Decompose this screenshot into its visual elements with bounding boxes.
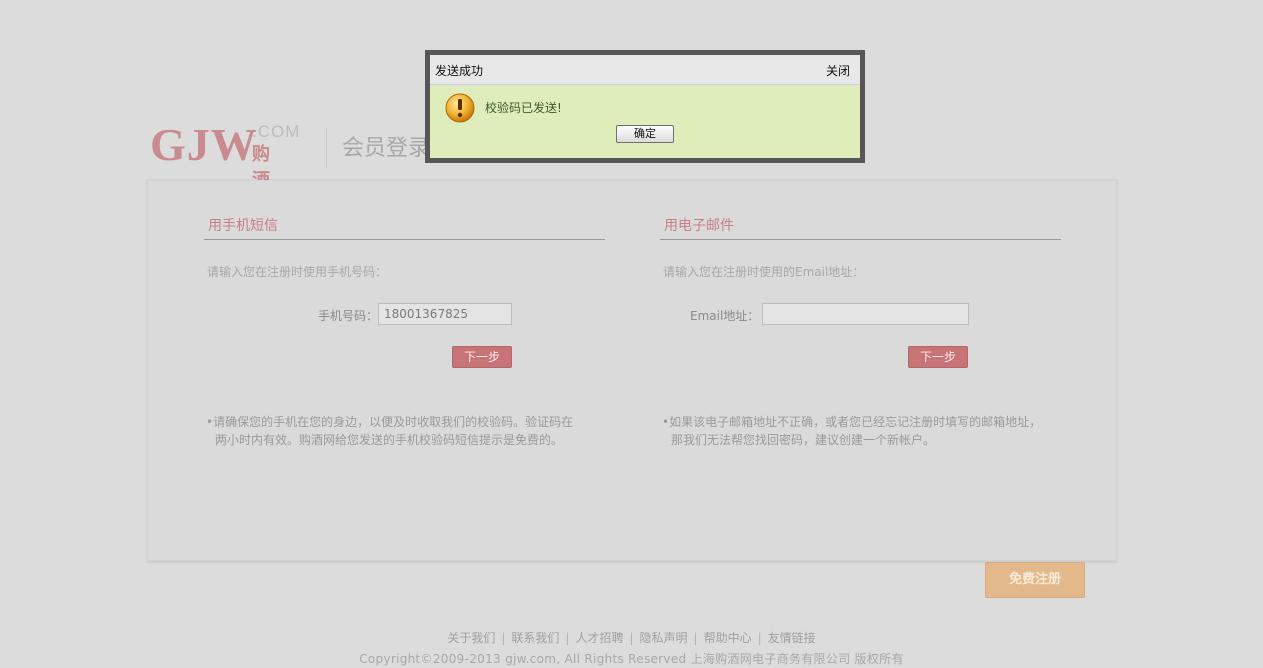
email-next-button[interactable]: 下一步 xyxy=(908,346,968,368)
divider xyxy=(660,239,1061,240)
footer-links: 关于我们 | 联系我们 | 人才招聘 | 隐私声明 | 帮助中心 | 友情链接 xyxy=(0,629,1263,646)
footer-separator: | xyxy=(565,631,570,645)
email-section-title: 用电子邮件 xyxy=(664,218,734,234)
phone-note-line1: •请确保您的手机在您的身边，以便及时收取我们的校验码。验证码在 xyxy=(206,415,574,429)
phone-note-line2: 两小时内有效。购酒网给您发送的手机校验码短信提示是免费的。 xyxy=(215,433,564,447)
phone-section-title: 用手机短信 xyxy=(208,218,278,234)
dialog-ok-button[interactable]: 确定 xyxy=(616,125,674,143)
phone-section: 用手机短信 请输入您在注册时使用手机号码： 手机号码： 下一步 •请确保您的手机… xyxy=(204,181,605,560)
logo-brand: GJW xyxy=(150,119,258,170)
dialog-title: 发送成功 xyxy=(435,64,484,78)
email-note: •如果该电子邮箱地址不正确，或者您已经忘记注册时填写的邮箱地址， 那我们无法帮您… xyxy=(662,413,1042,449)
phone-next-button[interactable]: 下一步 xyxy=(452,346,512,368)
footer-link-friends[interactable]: 友情链接 xyxy=(768,631,816,645)
dialog-message: 校验码已发送! xyxy=(485,101,562,115)
divider xyxy=(204,239,605,240)
email-note-line2: 那我们无法帮您找回密码，建议创建一个新帐户。 xyxy=(671,433,936,447)
footer-link-about[interactable]: 关于我们 xyxy=(447,631,495,645)
logo-domain: .COM xyxy=(252,122,301,141)
dialog-body: 校验码已发送! 确定 xyxy=(430,86,860,158)
free-register-button[interactable]: 免费注册 xyxy=(985,562,1085,598)
footer-separator: | xyxy=(757,631,762,645)
warning-icon xyxy=(445,93,475,123)
footer-link-jobs[interactable]: 人才招聘 xyxy=(575,631,623,645)
phone-hint: 请输入您在注册时使用手机号码： xyxy=(207,265,388,279)
phone-note: •请确保您的手机在您的身边，以便及时收取我们的校验码。验证码在 两小时内有效。购… xyxy=(206,413,586,449)
email-section: 用电子邮件 请输入您在注册时使用的Email地址： Email地址： 下一步 •… xyxy=(660,181,1061,560)
email-note-line1: •如果该电子邮箱地址不正确，或者您已经忘记注册时填写的邮箱地址， xyxy=(662,415,1042,429)
logo-divider xyxy=(326,128,327,168)
recovery-panel: 用手机短信 请输入您在注册时使用手机号码： 手机号码： 下一步 •请确保您的手机… xyxy=(147,180,1117,561)
copyright: Copyright©2009-2013 gjw.com, All Rights … xyxy=(359,652,904,666)
footer-link-privacy[interactable]: 隐私声明 xyxy=(640,631,688,645)
dialog-close-button[interactable]: 关闭 xyxy=(826,62,850,79)
footer-separator: | xyxy=(693,631,698,645)
footer-separator: | xyxy=(501,631,506,645)
email-input[interactable] xyxy=(762,303,969,325)
phone-input[interactable] xyxy=(378,303,512,325)
footer-link-contact[interactable]: 联系我们 xyxy=(511,631,559,645)
dialog-inner: 发送成功 关闭 校验码已发送! 确定 xyxy=(430,55,860,158)
phone-field-label: 手机号码： xyxy=(318,309,379,323)
footer-link-help[interactable]: 帮助中心 xyxy=(704,631,752,645)
footer-separator: | xyxy=(629,631,634,645)
email-field-label: Email地址： xyxy=(690,309,760,323)
email-hint: 请输入您在注册时使用的Email地址： xyxy=(663,265,865,279)
send-success-dialog: 发送成功 关闭 校验码已发送! 确定 xyxy=(425,50,865,163)
page-title: 会员登录 xyxy=(342,136,431,161)
dialog-header: 发送成功 关闭 xyxy=(430,55,860,85)
